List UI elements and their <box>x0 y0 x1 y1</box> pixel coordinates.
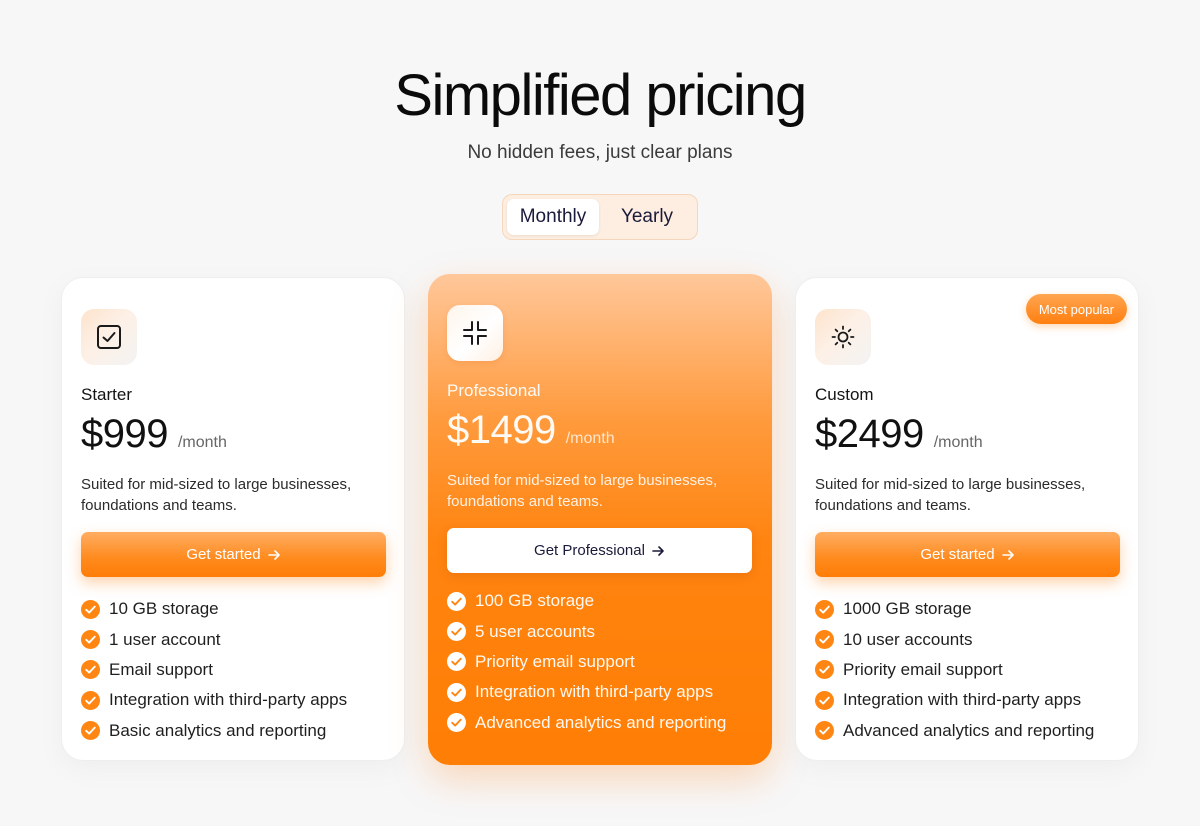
billing-toggle: Monthly Yearly <box>502 194 698 240</box>
arrow-right-icon <box>1001 549 1014 560</box>
feature-label: Integration with third-party apps <box>475 682 714 702</box>
feature-label: 100 GB storage <box>475 591 595 611</box>
check-icon <box>447 713 466 733</box>
feature-label: 5 user accounts <box>475 621 596 641</box>
feature-label: Advanced analytics and reporting <box>843 720 1095 740</box>
feature-label: Email support <box>109 659 213 679</box>
feature-label: Priority email support <box>475 651 635 671</box>
check-icon <box>815 690 834 710</box>
most-popular-badge: Most popular <box>1025 294 1127 324</box>
check-icon <box>815 599 834 619</box>
feature-label: Integration with third-party apps <box>109 690 348 710</box>
check-icon <box>815 630 834 650</box>
plan-price: $2499 /month <box>815 412 983 457</box>
check-icon <box>81 721 100 741</box>
check-icon <box>81 630 100 650</box>
feature-item: 100 GB storage <box>447 586 726 616</box>
arrow-right-icon <box>652 545 664 556</box>
plan-price: $999 /month <box>81 412 227 457</box>
feature-label: 10 GB storage <box>109 599 219 619</box>
feature-label: Integration with third-party apps <box>843 690 1082 710</box>
check-icon <box>447 591 466 611</box>
check-icon <box>447 622 466 642</box>
plan-description: Suited for mid-sized to large businesses… <box>81 476 352 514</box>
price-period: /month <box>177 434 227 451</box>
feature-item: 5 user accounts <box>447 616 726 646</box>
feature-item: Basic analytics and reporting <box>81 716 347 746</box>
feature-item: 10 GB storage <box>81 594 347 624</box>
check-icon <box>447 682 466 702</box>
feature-item: Advanced analytics and reporting <box>815 716 1094 746</box>
feature-label: Basic analytics and reporting <box>109 720 327 740</box>
feature-list: 1000 GB storage 10 user accounts Priorit… <box>815 594 1094 746</box>
feature-item: Email support <box>81 655 347 685</box>
plan-card-custom: Most popular Custom $2499 /month Suited … <box>795 277 1139 761</box>
collapse-icon <box>447 305 503 361</box>
feature-item: Priority email support <box>815 655 1094 685</box>
arrow-right-icon <box>267 549 280 560</box>
button-label: Get Professional <box>534 542 645 559</box>
plan-name: Custom <box>815 385 874 404</box>
price-value: $1499 <box>447 408 556 452</box>
button-label: Get started <box>920 546 995 563</box>
check-icon <box>81 599 100 619</box>
price-value: $999 <box>81 412 168 456</box>
get-professional-button[interactable]: Get Professional <box>447 528 752 573</box>
price-value: $2499 <box>815 412 924 456</box>
feature-item: Integration with third-party apps <box>81 685 347 715</box>
feature-item: Integration with third-party apps <box>815 685 1094 715</box>
price-period: /month <box>933 434 983 451</box>
plan-name: Starter <box>81 385 133 404</box>
check-icon <box>81 690 100 710</box>
toggle-yearly[interactable]: Yearly <box>601 199 693 235</box>
page-title: Simplified pricing <box>394 63 807 128</box>
feature-list: 10 GB storage 1 user account Email suppo… <box>81 594 347 746</box>
page-subtitle: No hidden fees, just clear plans <box>467 142 733 163</box>
feature-list: 100 GB storage 5 user accounts Priority … <box>447 586 726 738</box>
plan-price: $1499 /month <box>447 408 615 453</box>
check-icon <box>815 721 834 741</box>
feature-item: Priority email support <box>447 647 726 677</box>
feature-label: 1 user account <box>109 629 221 649</box>
feature-item: 1000 GB storage <box>815 594 1094 624</box>
price-period: /month <box>565 430 615 447</box>
feature-item: 1 user account <box>81 624 347 654</box>
plan-card-professional: Professional $1499 /month Suited for mid… <box>428 274 772 765</box>
feature-item: 10 user accounts <box>815 624 1094 654</box>
checkbox-icon <box>81 309 137 365</box>
feature-item: Advanced analytics and reporting <box>447 708 726 738</box>
toggle-monthly[interactable]: Monthly <box>507 199 599 235</box>
check-icon <box>81 660 100 680</box>
feature-label: 10 user accounts <box>843 629 973 649</box>
check-icon <box>447 652 466 672</box>
sun-icon <box>815 309 871 365</box>
feature-label: Priority email support <box>843 659 1003 679</box>
plan-description: Suited for mid-sized to large businesses… <box>815 476 1086 514</box>
plan-description: Suited for mid-sized to large businesses… <box>447 472 718 510</box>
feature-item: Integration with third-party apps <box>447 677 726 707</box>
check-icon <box>815 660 834 680</box>
button-label: Get started <box>186 546 261 563</box>
feature-label: Advanced analytics and reporting <box>475 712 727 732</box>
plan-name: Professional <box>447 381 541 400</box>
feature-label: 1000 GB storage <box>843 599 972 619</box>
get-started-button[interactable]: Get started <box>815 532 1120 577</box>
get-started-button[interactable]: Get started <box>81 532 386 577</box>
plan-card-starter: Starter $999 /month Suited for mid-sized… <box>61 277 405 761</box>
